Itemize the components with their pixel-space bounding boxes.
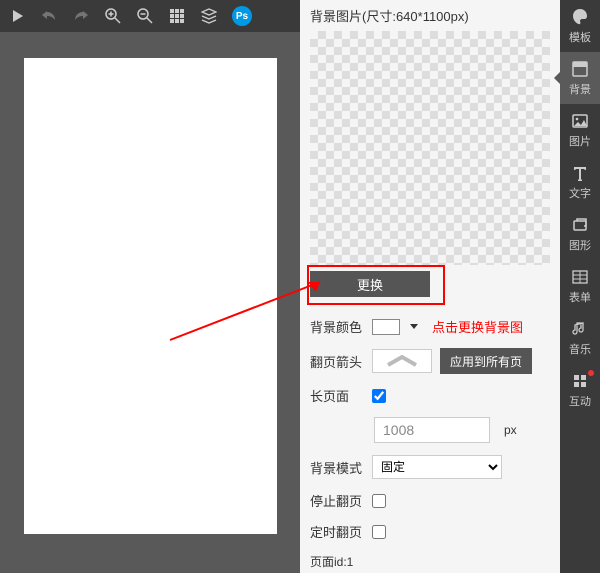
annotation-text: 点击更换背景图: [432, 317, 523, 336]
long-page-unit: px: [504, 423, 517, 437]
bg-mode-label: 背景模式: [310, 458, 364, 477]
flip-arrow-label: 翻页箭头: [310, 352, 364, 371]
canvas-area: [0, 32, 300, 573]
stop-flip-checkbox[interactable]: [372, 494, 386, 508]
right-sidebar: 模板 背景 图片 文字 图形 表单 音乐 互动: [560, 0, 600, 573]
zoom-out-icon[interactable]: [136, 7, 154, 25]
play-icon[interactable]: [8, 7, 26, 25]
sidebar-item-template[interactable]: 模板: [560, 0, 600, 52]
sidebar-item-interact[interactable]: 互动: [560, 364, 600, 416]
page-id-label: 页面id:1: [310, 553, 353, 570]
long-page-input[interactable]: [374, 417, 490, 443]
bg-image-preview[interactable]: [310, 31, 550, 265]
bg-image-title: 背景图片(尺寸:640*1100px): [300, 0, 560, 31]
flip-arrow-preview[interactable]: [372, 349, 432, 373]
sidebar-item-image[interactable]: 图片: [560, 104, 600, 156]
replace-button[interactable]: 更换: [310, 271, 430, 297]
chevron-down-icon[interactable]: [410, 324, 418, 329]
timed-flip-checkbox[interactable]: [372, 525, 386, 539]
sidebar-item-shape[interactable]: 图形: [560, 208, 600, 260]
bg-color-label: 背景颜色: [310, 317, 364, 336]
properties-panel: 背景图片(尺寸:640*1100px) 更换 背景颜色 点击更换背景图 翻页箭头…: [300, 0, 560, 573]
grid-icon[interactable]: [168, 7, 186, 25]
sidebar-item-form[interactable]: 表单: [560, 260, 600, 312]
timed-flip-label: 定时翻页: [310, 522, 364, 541]
canvas-page[interactable]: [24, 58, 277, 534]
sidebar-item-music[interactable]: 音乐: [560, 312, 600, 364]
long-page-label: 长页面: [310, 386, 364, 405]
layers-icon[interactable]: [200, 7, 218, 25]
long-page-checkbox[interactable]: [372, 389, 386, 403]
notification-dot-icon: [588, 370, 594, 376]
apply-all-button[interactable]: 应用到所有页: [440, 348, 532, 374]
redo-icon[interactable]: [72, 7, 90, 25]
bg-mode-select[interactable]: 固定: [372, 455, 502, 479]
ps-icon[interactable]: Ps: [232, 6, 252, 26]
zoom-in-icon[interactable]: [104, 7, 122, 25]
undo-icon[interactable]: [40, 7, 58, 25]
bg-color-swatch[interactable]: [372, 319, 400, 335]
stop-flip-label: 停止翻页: [310, 491, 364, 510]
sidebar-item-text[interactable]: 文字: [560, 156, 600, 208]
sidebar-item-background[interactable]: 背景: [560, 52, 600, 104]
